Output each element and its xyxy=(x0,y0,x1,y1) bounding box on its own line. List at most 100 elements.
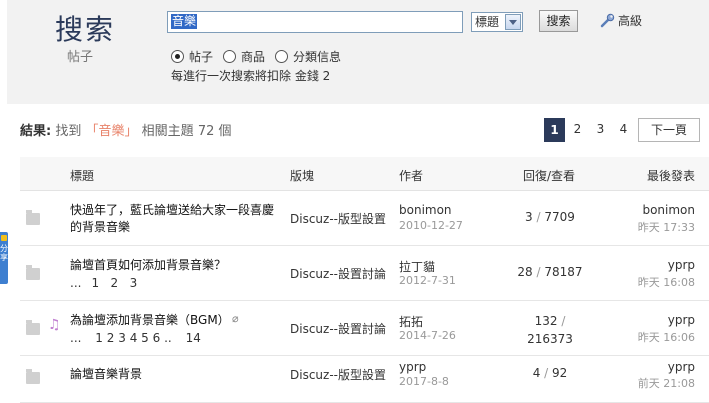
thread-title-link[interactable]: 為論壇添加背景音樂（BGM） xyxy=(70,312,230,329)
col-forum: 版塊 xyxy=(290,169,315,183)
stats-separator: / xyxy=(544,366,549,380)
last-post-time: 前天 21:08 xyxy=(637,377,695,390)
col-last: 最後發表 xyxy=(646,169,695,183)
search-input[interactable]: 音樂 xyxy=(167,11,463,33)
author-link[interactable]: 拓拓 xyxy=(399,313,423,330)
reply-count: 3 xyxy=(525,210,533,224)
thread-page-link[interactable]: 2 xyxy=(111,276,119,290)
author-link[interactable]: 拉丁貓 xyxy=(399,258,435,275)
stats-separator: / xyxy=(561,314,566,328)
page-subtitle: 帖子 xyxy=(67,50,94,65)
thread-page-link[interactable]: 5 xyxy=(141,331,149,345)
reply-view-stats: 28 / 78187 xyxy=(500,265,600,279)
scope-radio-posts[interactable]: 帖子 xyxy=(171,48,213,65)
results-prefix: 結果: xyxy=(20,124,52,139)
search-button[interactable]: 搜索 xyxy=(539,10,578,32)
col-stats: 回復/查看 xyxy=(523,169,576,183)
results-table-header: 標題 版塊 作者 回復/查看 最後發表 xyxy=(20,157,709,191)
scope-label: 帖子 xyxy=(189,50,214,64)
page-current: 1 xyxy=(544,118,565,142)
last-post-time: 昨天 16:06 xyxy=(637,331,695,344)
reply-view-stats: 132 / 216373 xyxy=(500,312,600,348)
pagination: 1 2 3 4 下一頁 xyxy=(544,118,702,142)
scope-label: 商品 xyxy=(241,50,266,64)
col-author: 作者 xyxy=(399,169,424,183)
post-date: 2012-7-31 xyxy=(399,274,456,287)
folder-icon xyxy=(26,210,40,225)
author-link[interactable]: yprp xyxy=(399,360,426,374)
folder-icon xyxy=(26,265,40,280)
page-ellipsis: .. xyxy=(164,331,172,345)
last-post-time: 昨天 17:33 xyxy=(637,221,695,234)
thread-pages: ... 1 2 3 4 5 6 .. 14 xyxy=(70,331,201,345)
thread-page-link[interactable]: 1 xyxy=(91,276,99,290)
thread-page-link[interactable]: 3 xyxy=(118,331,126,345)
last-poster-link[interactable]: yprp xyxy=(668,258,695,272)
thread-page-link[interactable]: 3 xyxy=(130,276,138,290)
next-page-button[interactable]: 下一頁 xyxy=(638,118,700,142)
last-poster-link[interactable]: yprp xyxy=(668,360,695,374)
forum-link[interactable]: Discuz--設置討論 xyxy=(290,265,386,282)
stats-separator: / xyxy=(536,265,541,279)
music-note-icon: ♫ xyxy=(48,317,61,333)
search-panel: 搜索 帖子 音樂 標題 搜索 高級 帖子 商品 分類信息 每進行一次搜索將扣除 … xyxy=(7,0,709,104)
results-keyword: 「音樂」 xyxy=(85,124,138,139)
wrench-icon xyxy=(600,13,615,28)
thread-page-link[interactable]: 6 xyxy=(153,331,161,345)
scope-radio-goods[interactable]: 商品 xyxy=(223,48,265,65)
thread-title-line: 快過年了，藍氏論壇送給大家一段喜慶 xyxy=(70,203,275,217)
scope-radio-classified[interactable]: 分類信息 xyxy=(275,48,341,65)
author-link[interactable]: bonimon xyxy=(399,203,452,217)
chevron-down-icon[interactable] xyxy=(505,14,521,30)
thread-title-link[interactable]: 論壇音樂背景 xyxy=(70,366,142,383)
radio-unchecked-icon[interactable] xyxy=(275,50,289,63)
view-count: 7709 xyxy=(544,210,575,224)
view-count: 92 xyxy=(552,366,568,380)
results-suffix: 相關主題 xyxy=(141,124,194,139)
thread-pages: ... 1 2 3 xyxy=(70,276,137,290)
last-poster-link[interactable]: yprp xyxy=(668,313,695,327)
share-tab[interactable]: 分享 xyxy=(0,232,8,284)
reply-count: 132 xyxy=(534,314,558,328)
page-ellipsis: ... xyxy=(70,276,82,290)
view-count: 216373 xyxy=(527,332,573,346)
thread-page-link[interactable]: 14 xyxy=(186,331,201,345)
table-row: 論壇音樂背景 Discuz--版型設置 yprp 2017-8-8 4 / 92… xyxy=(20,356,709,403)
share-label: 分享 xyxy=(0,244,8,262)
thread-page-link[interactable]: 2 xyxy=(107,331,115,345)
folder-icon xyxy=(26,369,40,384)
col-title: 標題 xyxy=(70,169,95,183)
table-row: 快過年了，藍氏論壇送給大家一段喜慶 的背景音樂 Discuz--版型設置 bon… xyxy=(20,191,709,246)
thread-title-link[interactable]: 快過年了，藍氏論壇送給大家一段喜慶 的背景音樂 xyxy=(70,202,274,236)
results-found: 找到 xyxy=(55,124,82,139)
last-post-time: 昨天 16:08 xyxy=(637,276,695,289)
thread-page-link[interactable]: 1 xyxy=(95,331,103,345)
folder-icon xyxy=(26,320,40,335)
reply-count: 28 xyxy=(517,265,533,279)
forum-link[interactable]: Discuz--版型設置 xyxy=(290,210,386,227)
reply-view-stats: 3 / 7709 xyxy=(500,210,600,224)
post-date: 2010-12-27 xyxy=(399,219,463,232)
reply-count: 4 xyxy=(532,366,541,380)
radio-checked-icon[interactable] xyxy=(171,50,184,63)
table-row: ♫ 為論壇添加背景音樂（BGM） ⌀ ... 1 2 3 4 5 6 .. 14… xyxy=(20,301,709,356)
scope-label: 分類信息 xyxy=(293,50,342,64)
forum-link[interactable]: Discuz--設置討論 xyxy=(290,320,386,337)
stats-separator: / xyxy=(536,210,541,224)
table-row: 論壇首頁如何添加背景音樂？ ... 1 2 3 Discuz--設置討論 拉丁貓 … xyxy=(20,246,709,301)
page-link[interactable]: 4 xyxy=(613,118,634,142)
search-cost-notice: 每進行一次搜索將扣除 金錢 2 xyxy=(171,69,331,83)
page-link[interactable]: 3 xyxy=(590,118,611,142)
page-title: 搜索 xyxy=(55,13,116,46)
page-link[interactable]: 2 xyxy=(567,118,588,142)
thread-title-link[interactable]: 論壇首頁如何添加背景音樂？ xyxy=(70,257,226,274)
forum-link[interactable]: Discuz--版型設置 xyxy=(290,366,386,383)
advanced-search-link[interactable]: 高級 xyxy=(600,12,642,29)
results-summary: 結果: 找到 「音樂」 相關主題 72 個 xyxy=(20,120,232,139)
thread-page-link[interactable]: 4 xyxy=(130,331,138,345)
radio-unchecked-icon[interactable] xyxy=(223,50,237,63)
search-input-value: 音樂 xyxy=(171,14,198,29)
search-type-select[interactable]: 標題 xyxy=(471,12,523,32)
advanced-search-label: 高級 xyxy=(618,14,643,28)
last-poster-link[interactable]: bonimon xyxy=(642,203,695,217)
